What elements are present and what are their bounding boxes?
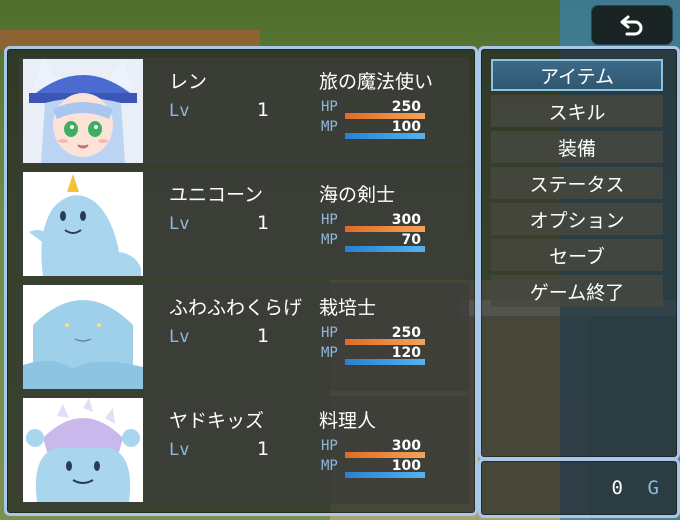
menu-item-skill[interactable]: スキル <box>491 95 663 127</box>
member-name: ユニコーン <box>169 184 264 206</box>
hp-value: 300 <box>391 212 421 228</box>
hp-value: 250 <box>391 325 421 341</box>
menu-item-options[interactable]: オプション <box>491 203 663 235</box>
level-label: Lv <box>169 327 190 347</box>
menu-item-status[interactable]: ステータス <box>491 167 663 199</box>
level-value: 1 <box>257 99 270 121</box>
member-class: 海の剣士 <box>319 184 396 206</box>
level-label: Lv <box>169 214 190 234</box>
gold-window: 0 G <box>478 458 680 518</box>
level-value: 1 <box>257 438 270 460</box>
menu-item-item[interactable]: アイテム <box>491 59 663 91</box>
hp-value: 250 <box>391 99 421 115</box>
member-name: ヤドキッズ <box>169 410 265 432</box>
level-label: Lv <box>169 101 190 121</box>
menu-item-game-end[interactable]: ゲーム終了 <box>491 275 663 307</box>
hp-label: HP <box>321 325 338 341</box>
mp-label: MP <box>321 345 338 361</box>
gold-unit: G <box>647 477 659 499</box>
menu-item-save[interactable]: セーブ <box>491 239 663 271</box>
witch-girl-portrait <box>23 59 143 163</box>
level-value: 1 <box>257 325 270 347</box>
party-member-yadokids[interactable]: ヤドキッズ Lv 1 料理人 HP 300 MP 100 <box>19 396 469 504</box>
gold-value: 0 <box>611 477 623 499</box>
mp-label: MP <box>321 458 338 474</box>
party-member-jellyfish[interactable]: ふわふわくらげ Lv 1 栽培士 HP 250 MP 120 <box>19 283 469 391</box>
member-class: 旅の魔法使い <box>319 71 434 93</box>
mp-value: 100 <box>391 119 421 135</box>
party-member-unicorn[interactable]: ユニコーン Lv 1 海の剣士 HP 300 MP 70 <box>19 170 469 278</box>
back-button[interactable] <box>592 6 672 44</box>
mp-label: MP <box>321 232 338 248</box>
unicorn-slug-portrait <box>23 172 143 276</box>
hp-label: HP <box>321 212 338 228</box>
mp-value: 70 <box>401 232 421 248</box>
member-name: レン <box>169 71 208 93</box>
level-value: 1 <box>257 212 270 234</box>
hp-value: 300 <box>391 438 421 454</box>
back-arrow-icon <box>620 15 643 36</box>
mp-value: 100 <box>391 458 421 474</box>
party-member-ren[interactable]: レン Lv 1 旅の魔法使い HP 250 MP 100 <box>19 57 469 165</box>
mp-label: MP <box>321 119 338 135</box>
hermit-crab-portrait <box>23 398 143 502</box>
member-name: ふわふわくらげ <box>169 297 303 319</box>
hp-label: HP <box>321 438 338 454</box>
member-class: 栽培士 <box>319 297 377 319</box>
member-class: 料理人 <box>319 410 377 432</box>
hp-label: HP <box>321 99 338 115</box>
jellyfish-portrait <box>23 285 143 389</box>
menu-item-equip[interactable]: 装備 <box>491 131 663 163</box>
command-menu-window: アイテム スキル 装備 ステータス オプション セーブ ゲーム終了 <box>478 46 680 460</box>
party-status-window: レン Lv 1 旅の魔法使い HP 250 MP 100 ユニコーン Lv 1 … <box>4 46 478 516</box>
mp-value: 120 <box>391 345 421 361</box>
level-label: Lv <box>169 440 190 460</box>
